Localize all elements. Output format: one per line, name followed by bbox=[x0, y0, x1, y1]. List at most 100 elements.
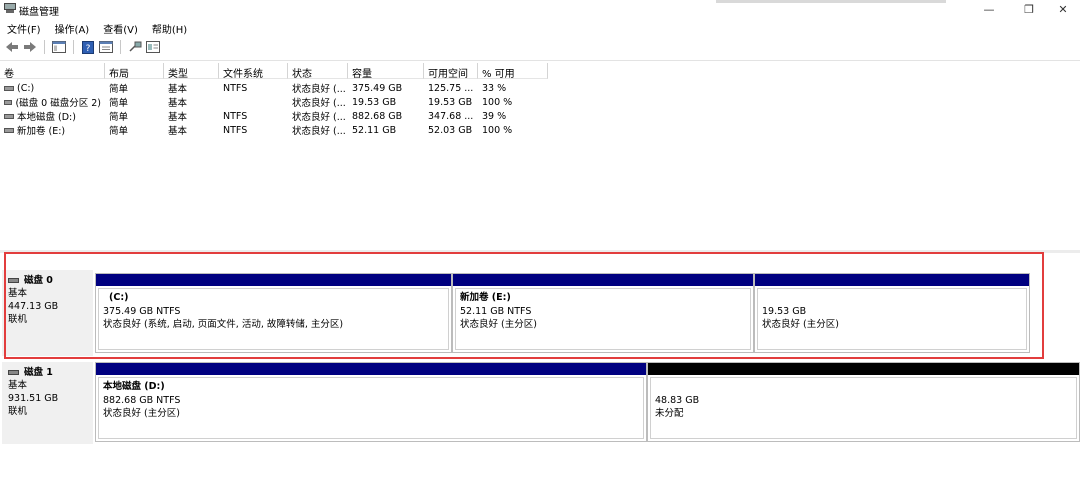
disk-1-name: 磁盘 1 bbox=[24, 367, 53, 378]
partition-d[interactable]: 本地磁盘 (D:) 882.68 GB NTFS 状态良好 (主分区) bbox=[95, 362, 647, 442]
list-view-icon[interactable] bbox=[145, 39, 161, 55]
table-row[interactable]: 新加卷 (E:) 简单 基本 NTFS 状态良好 (... 52.11 GB 5… bbox=[0, 123, 548, 137]
disk-0-state: 联机 bbox=[8, 314, 28, 325]
type-cell: 基本 bbox=[168, 98, 188, 109]
percent-free-cell: 100 % bbox=[482, 124, 513, 136]
partition-d-body: 本地磁盘 (D:) 882.68 GB NTFS 状态良好 (主分区) bbox=[98, 377, 644, 439]
status-cell: 状态良好 (... bbox=[292, 112, 346, 123]
filesystem-cell: NTFS bbox=[223, 110, 248, 122]
column-header-volume[interactable]: 卷 bbox=[0, 63, 105, 79]
toolbar-separator bbox=[73, 40, 74, 54]
percent-free-cell: 39 % bbox=[482, 110, 507, 122]
menu-action[interactable]: 操作(A) bbox=[48, 19, 97, 36]
column-header-free-space[interactable]: 可用空间 bbox=[424, 63, 478, 79]
free-space-cell: 125.75 ... bbox=[428, 82, 474, 94]
unallocated-detail: 48.83 GB bbox=[655, 394, 700, 406]
connect-icon[interactable] bbox=[127, 39, 143, 55]
drive-icon bbox=[4, 85, 14, 91]
column-header-status[interactable]: 状态 bbox=[288, 63, 348, 79]
toolbar-separator bbox=[44, 40, 45, 54]
title-bar-accent bbox=[716, 0, 946, 3]
properties-icon[interactable] bbox=[98, 39, 114, 55]
volume-name: 本地磁盘 (D:) bbox=[17, 112, 76, 123]
title-bar: 磁盘管理 — ❐ ✕ bbox=[0, 0, 1080, 18]
percent-free-cell: 33 % bbox=[482, 82, 507, 94]
back-arrow-icon[interactable] bbox=[4, 39, 20, 55]
partition-e-title: 新加卷 (E:) bbox=[460, 292, 511, 303]
menu-help[interactable]: 帮助(H) bbox=[145, 19, 194, 36]
layout-cell: 简单 bbox=[109, 126, 129, 137]
partition-disk0-2-detail: 19.53 GB bbox=[762, 305, 807, 317]
unallocated-space[interactable]: 48.83 GB 未分配 bbox=[647, 362, 1080, 442]
disk-1-name-row: 磁盘 1 bbox=[8, 366, 87, 379]
volume-name-cell: (C:) bbox=[0, 83, 105, 94]
table-row[interactable]: (C:) 简单 基本 NTFS 状态良好 (... 375.49 GB 125.… bbox=[0, 81, 548, 95]
capacity-cell: 19.53 GB bbox=[352, 96, 397, 108]
partition-e-body: 新加卷 (E:) 52.11 GB NTFS 状态良好 (主分区) bbox=[455, 288, 751, 350]
partition-d-status: 状态良好 (主分区) bbox=[103, 408, 180, 419]
column-header-type[interactable]: 类型 bbox=[164, 63, 219, 79]
volume-name: 新加卷 (E:) bbox=[17, 126, 66, 137]
toolbar-separator bbox=[120, 40, 121, 54]
disk-management-app-icon bbox=[4, 3, 16, 14]
volume-name-cell: 本地磁盘 (D:) bbox=[0, 109, 105, 123]
partition-c[interactable]: (C:) 375.49 GB NTFS 状态良好 (系统, 启动, 页面文件, … bbox=[95, 273, 452, 353]
drive-icon bbox=[4, 99, 13, 105]
partition-disk0-2[interactable]: 19.53 GB 状态良好 (主分区) bbox=[754, 273, 1030, 353]
console-tree-icon[interactable] bbox=[51, 39, 67, 55]
volume-name: (磁盘 0 磁盘分区 2) bbox=[15, 98, 101, 109]
unallocated-status: 未分配 bbox=[655, 408, 684, 419]
volume-list-header: 卷 布局 类型 文件系统 状态 容量 可用空间 % 可用 bbox=[0, 63, 548, 79]
partition-disk0-2-body: 19.53 GB 状态良好 (主分区) bbox=[757, 288, 1027, 350]
column-header-layout[interactable]: 布局 bbox=[105, 63, 164, 79]
volume-list: 卷 布局 类型 文件系统 状态 容量 可用空间 % 可用 (C:) 简单 基本 … bbox=[0, 60, 1080, 250]
partition-disk0-2-bar bbox=[755, 274, 1029, 286]
column-header-percent-free[interactable]: % 可用 bbox=[478, 63, 548, 79]
disk-1-size: 931.51 GB bbox=[8, 393, 59, 404]
partition-c-detail: 375.49 GB NTFS bbox=[103, 305, 181, 317]
unallocated-title bbox=[655, 380, 1072, 394]
type-cell: 基本 bbox=[168, 126, 188, 137]
forward-arrow-icon[interactable] bbox=[22, 39, 38, 55]
disk-1-state: 联机 bbox=[8, 406, 28, 417]
disk-graphical-view: 磁盘 0 基本 447.13 GB 联机 (C:) 375.49 GB NTFS… bbox=[0, 253, 1080, 478]
volume-list-rows: (C:) 简单 基本 NTFS 状态良好 (... 375.49 GB 125.… bbox=[0, 81, 548, 137]
partition-c-status: 状态良好 (系统, 启动, 页面文件, 活动, 故障转储, 主分区) bbox=[103, 319, 344, 330]
close-button[interactable]: ✕ bbox=[1040, 0, 1080, 18]
column-header-filesystem[interactable]: 文件系统 bbox=[219, 63, 288, 79]
volume-name-cell: (磁盘 0 磁盘分区 2) bbox=[0, 95, 105, 109]
filesystem-cell: NTFS bbox=[223, 124, 248, 136]
partition-disk0-2-title bbox=[762, 291, 1022, 305]
menu-file[interactable]: 文件(F) bbox=[0, 19, 48, 36]
partition-disk0-2-status: 状态良好 (主分区) bbox=[762, 319, 839, 330]
menu-bar: 文件(F) 操作(A) 查看(V) 帮助(H) bbox=[0, 19, 194, 36]
disk-0-label[interactable]: 磁盘 0 基本 447.13 GB 联机 bbox=[2, 270, 93, 356]
disk-1-type: 基本 bbox=[8, 380, 28, 391]
disk-0-name-row: 磁盘 0 bbox=[8, 274, 87, 287]
status-cell: 状态良好 (... bbox=[292, 84, 346, 95]
disk-1-label[interactable]: 磁盘 1 基本 931.51 GB 联机 bbox=[2, 362, 93, 444]
window-title: 磁盘管理 bbox=[19, 7, 59, 18]
layout-cell: 简单 bbox=[109, 98, 129, 109]
partition-e-bar bbox=[453, 274, 753, 286]
partition-c-bar bbox=[96, 274, 451, 286]
partition-e[interactable]: 新加卷 (E:) 52.11 GB NTFS 状态良好 (主分区) bbox=[452, 273, 754, 353]
menu-view[interactable]: 查看(V) bbox=[96, 19, 145, 36]
partition-d-bar bbox=[96, 363, 646, 375]
capacity-cell: 375.49 GB bbox=[352, 82, 403, 94]
free-space-cell: 347.68 ... bbox=[428, 110, 474, 122]
unallocated-body: 48.83 GB 未分配 bbox=[650, 377, 1077, 439]
disk-0-type: 基本 bbox=[8, 288, 28, 299]
partition-d-title: 本地磁盘 (D:) bbox=[103, 381, 165, 392]
status-cell: 状态良好 (... bbox=[292, 98, 346, 109]
svg-text:?: ? bbox=[86, 44, 91, 54]
layout-cell: 简单 bbox=[109, 84, 129, 95]
help-icon[interactable]: ? bbox=[80, 39, 96, 55]
volume-name-cell: 新加卷 (E:) bbox=[0, 123, 105, 137]
column-header-capacity[interactable]: 容量 bbox=[348, 63, 424, 79]
table-row[interactable]: 本地磁盘 (D:) 简单 基本 NTFS 状态良好 (... 882.68 GB… bbox=[0, 109, 548, 123]
drive-icon bbox=[4, 113, 14, 119]
percent-free-cell: 100 % bbox=[482, 96, 513, 108]
table-row[interactable]: (磁盘 0 磁盘分区 2) 简单 基本 状态良好 (... 19.53 GB 1… bbox=[0, 95, 548, 109]
partition-e-status: 状态良好 (主分区) bbox=[460, 319, 537, 330]
